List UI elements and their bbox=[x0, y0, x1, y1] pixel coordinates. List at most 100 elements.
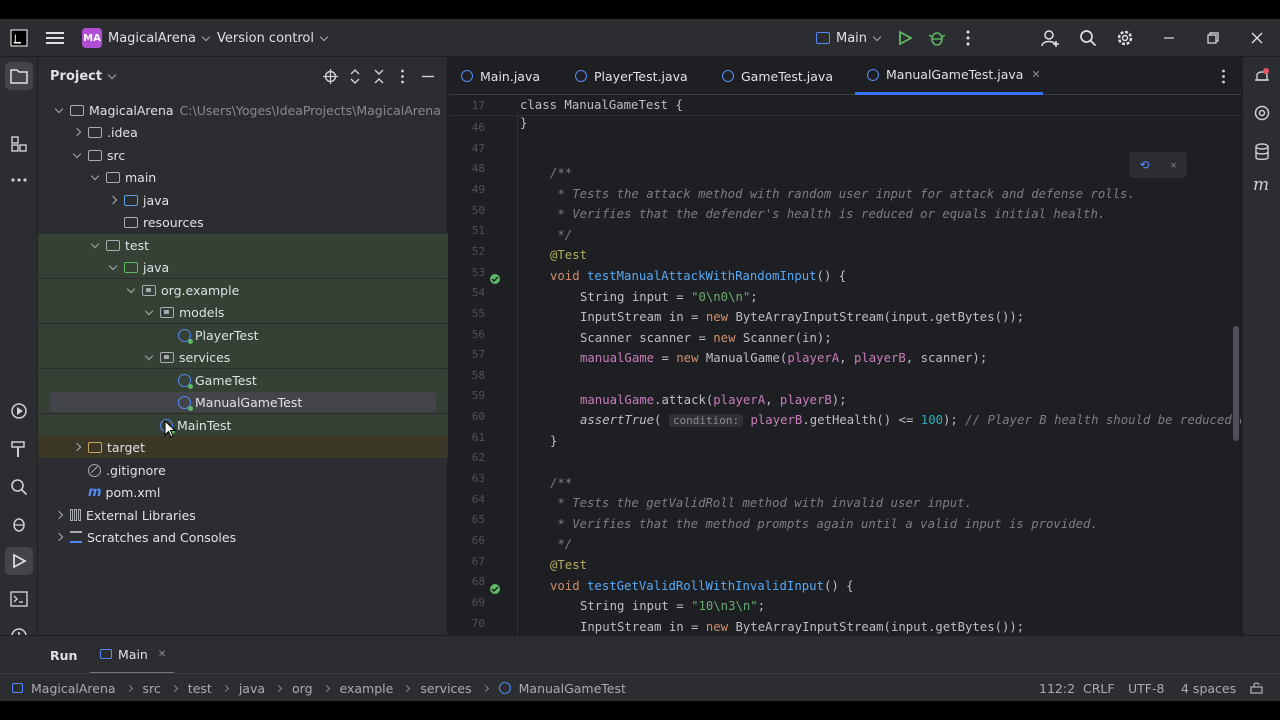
breadcrumb-item[interactable]: org bbox=[292, 681, 313, 696]
tree-label: ManualGameTest bbox=[195, 394, 303, 410]
settings-gear-icon[interactable] bbox=[1116, 19, 1134, 57]
tree-row-manualgametest[interactable]: ManualGameTest bbox=[38, 391, 448, 413]
maven-icon[interactable]: m bbox=[1253, 175, 1269, 195]
tab-options-icon[interactable] bbox=[1221, 69, 1226, 84]
vertical-scrollbar[interactable] bbox=[1233, 326, 1239, 441]
tab-gametest-java[interactable]: GameTest.java bbox=[722, 57, 833, 95]
tree-row-external-libraries[interactable]: External Libraries bbox=[38, 504, 448, 526]
tree-row-src[interactable]: src bbox=[38, 144, 448, 166]
run-tool-icon[interactable] bbox=[5, 547, 33, 575]
restore-icon[interactable] bbox=[1207, 19, 1219, 57]
reader-mode-icon[interactable]: ⟲ bbox=[1139, 158, 1149, 172]
tree-row-root[interactable]: MagicalArena C:\Users\Yoges\IdeaProjects… bbox=[38, 99, 448, 121]
breadcrumb-item[interactable]: src bbox=[143, 681, 161, 696]
tree-row-gitignore[interactable]: .gitignore bbox=[38, 459, 448, 481]
tree-row-maintest[interactable]: MainTest bbox=[38, 414, 448, 436]
close-icon[interactable] bbox=[1251, 19, 1263, 57]
tree-row-pom[interactable]: m pom.xml bbox=[38, 481, 448, 503]
database-icon[interactable] bbox=[1254, 143, 1270, 161]
indent-guide bbox=[517, 116, 518, 635]
breadcrumb-item[interactable]: example bbox=[340, 681, 394, 696]
sticky-code: class ManualGameTest { bbox=[520, 98, 683, 112]
test-class-icon bbox=[178, 328, 193, 344]
sticky-line: 17 class ManualGameTest { bbox=[449, 96, 1241, 116]
close-tab-icon[interactable]: ✕ bbox=[158, 649, 166, 660]
caret-position[interactable]: 112:2 bbox=[1039, 674, 1075, 702]
tree-row-models[interactable]: models bbox=[38, 301, 448, 323]
run-test-gutter-icon[interactable] bbox=[489, 273, 502, 286]
code-line: * Verifies that the method prompts again… bbox=[550, 517, 1098, 531]
tree-row-resources[interactable]: resources bbox=[38, 211, 448, 233]
hide-panel-icon[interactable] bbox=[422, 75, 434, 78]
collapse-all-icon[interactable] bbox=[373, 69, 385, 84]
services-icon[interactable] bbox=[5, 397, 33, 425]
tree-row-idea[interactable]: .idea bbox=[38, 121, 448, 143]
indent-setting[interactable]: 4 spaces bbox=[1181, 674, 1236, 702]
run-tab-main[interactable]: Main ✕ bbox=[90, 636, 174, 674]
breadcrumb-item[interactable]: MagicalArena bbox=[31, 681, 116, 696]
tab-playertest-java[interactable]: PlayerTest.java bbox=[575, 57, 688, 95]
app-logo-icon[interactable]: J bbox=[10, 19, 28, 57]
tree-row-target[interactable]: target bbox=[38, 436, 448, 458]
breadcrumb-item[interactable]: test bbox=[188, 681, 212, 696]
project-panel-title[interactable]: Project bbox=[50, 57, 117, 95]
find-icon[interactable] bbox=[5, 473, 33, 501]
line-number: 55 bbox=[471, 306, 485, 320]
vcs-menu[interactable]: Version control bbox=[217, 19, 329, 57]
expand-all-icon[interactable] bbox=[349, 69, 361, 84]
locate-icon[interactable] bbox=[323, 69, 338, 84]
code-line: } bbox=[550, 434, 558, 448]
tree-row-services[interactable]: services bbox=[38, 346, 448, 368]
run-config-selector[interactable]: Main bbox=[816, 19, 882, 57]
breadcrumb-item[interactable]: services bbox=[420, 681, 471, 696]
code-line: InputStream in = new ByteArrayInputStrea… bbox=[580, 620, 1025, 634]
tree-row-scratches[interactable]: Scratches and Consoles bbox=[38, 526, 448, 548]
tree-row-main-java[interactable]: java bbox=[38, 189, 448, 211]
close-tab-icon[interactable]: ✕ bbox=[1031, 68, 1040, 81]
code-editor[interactable]: 17 class ManualGameTest { 46 47 48 49 50 51 52… bbox=[449, 96, 1241, 635]
tree-row-main[interactable]: main bbox=[38, 166, 448, 188]
run-button[interactable] bbox=[897, 19, 913, 57]
terminal-icon[interactable] bbox=[5, 585, 33, 613]
read-only-toggle-icon[interactable] bbox=[1250, 682, 1263, 694]
search-icon[interactable] bbox=[1079, 19, 1097, 57]
class-icon bbox=[867, 68, 879, 81]
ai-assistant-icon[interactable] bbox=[1254, 105, 1270, 121]
run-test-gutter-icon[interactable] bbox=[489, 583, 502, 596]
tree-row-test[interactable]: test bbox=[38, 234, 448, 256]
notifications-bell-icon[interactable] bbox=[1254, 67, 1270, 85]
breadcrumb-item[interactable]: ManualGameTest bbox=[519, 681, 626, 696]
more-tools-icon[interactable] bbox=[5, 166, 33, 194]
tree-row-test-java[interactable]: java bbox=[38, 256, 448, 278]
close-icon[interactable]: ✕ bbox=[1170, 160, 1176, 171]
add-user-icon[interactable] bbox=[1041, 19, 1061, 57]
more-actions-icon[interactable] bbox=[965, 19, 971, 57]
reader-mode-popup[interactable]: ⟲ ✕ bbox=[1129, 152, 1187, 178]
panel-options-icon[interactable] bbox=[400, 69, 405, 84]
build-hammer-icon[interactable] bbox=[5, 435, 33, 463]
line-number: 46 bbox=[471, 121, 485, 134]
tab-main-java[interactable]: Main.java bbox=[461, 57, 540, 95]
debug-bug-icon[interactable] bbox=[5, 510, 33, 538]
tree-label: .idea bbox=[107, 124, 138, 140]
line-separator[interactable]: CRLF bbox=[1083, 674, 1115, 702]
project-panel: Project MagicalArena C:\Users\Yoges\Idea… bbox=[38, 57, 448, 635]
debug-button[interactable] bbox=[928, 19, 946, 57]
tree-row-gametest[interactable]: GameTest bbox=[38, 369, 448, 391]
tree-row-playertest[interactable]: PlayerTest bbox=[38, 324, 448, 346]
tab-manualgametest-java[interactable]: ManualGameTest.java ✕ bbox=[855, 57, 1043, 95]
tree-row-org-example[interactable]: org.example bbox=[38, 279, 448, 301]
file-encoding[interactable]: UTF-8 bbox=[1128, 674, 1164, 702]
project-folder-icon[interactable] bbox=[5, 62, 33, 90]
breadcrumb-item[interactable]: java bbox=[239, 681, 265, 696]
line-number: 59 bbox=[471, 389, 485, 403]
tree-label: org.example bbox=[161, 282, 240, 298]
main-menu-icon[interactable] bbox=[46, 19, 64, 57]
project-selector[interactable]: MA MagicalArena bbox=[82, 19, 211, 57]
structure-icon[interactable] bbox=[5, 130, 33, 158]
library-icon bbox=[70, 509, 81, 521]
chevron-down-icon bbox=[54, 104, 64, 113]
minimize-icon[interactable] bbox=[1163, 19, 1175, 57]
line-number: 53 bbox=[471, 265, 485, 279]
line-number: 50 bbox=[471, 203, 485, 217]
